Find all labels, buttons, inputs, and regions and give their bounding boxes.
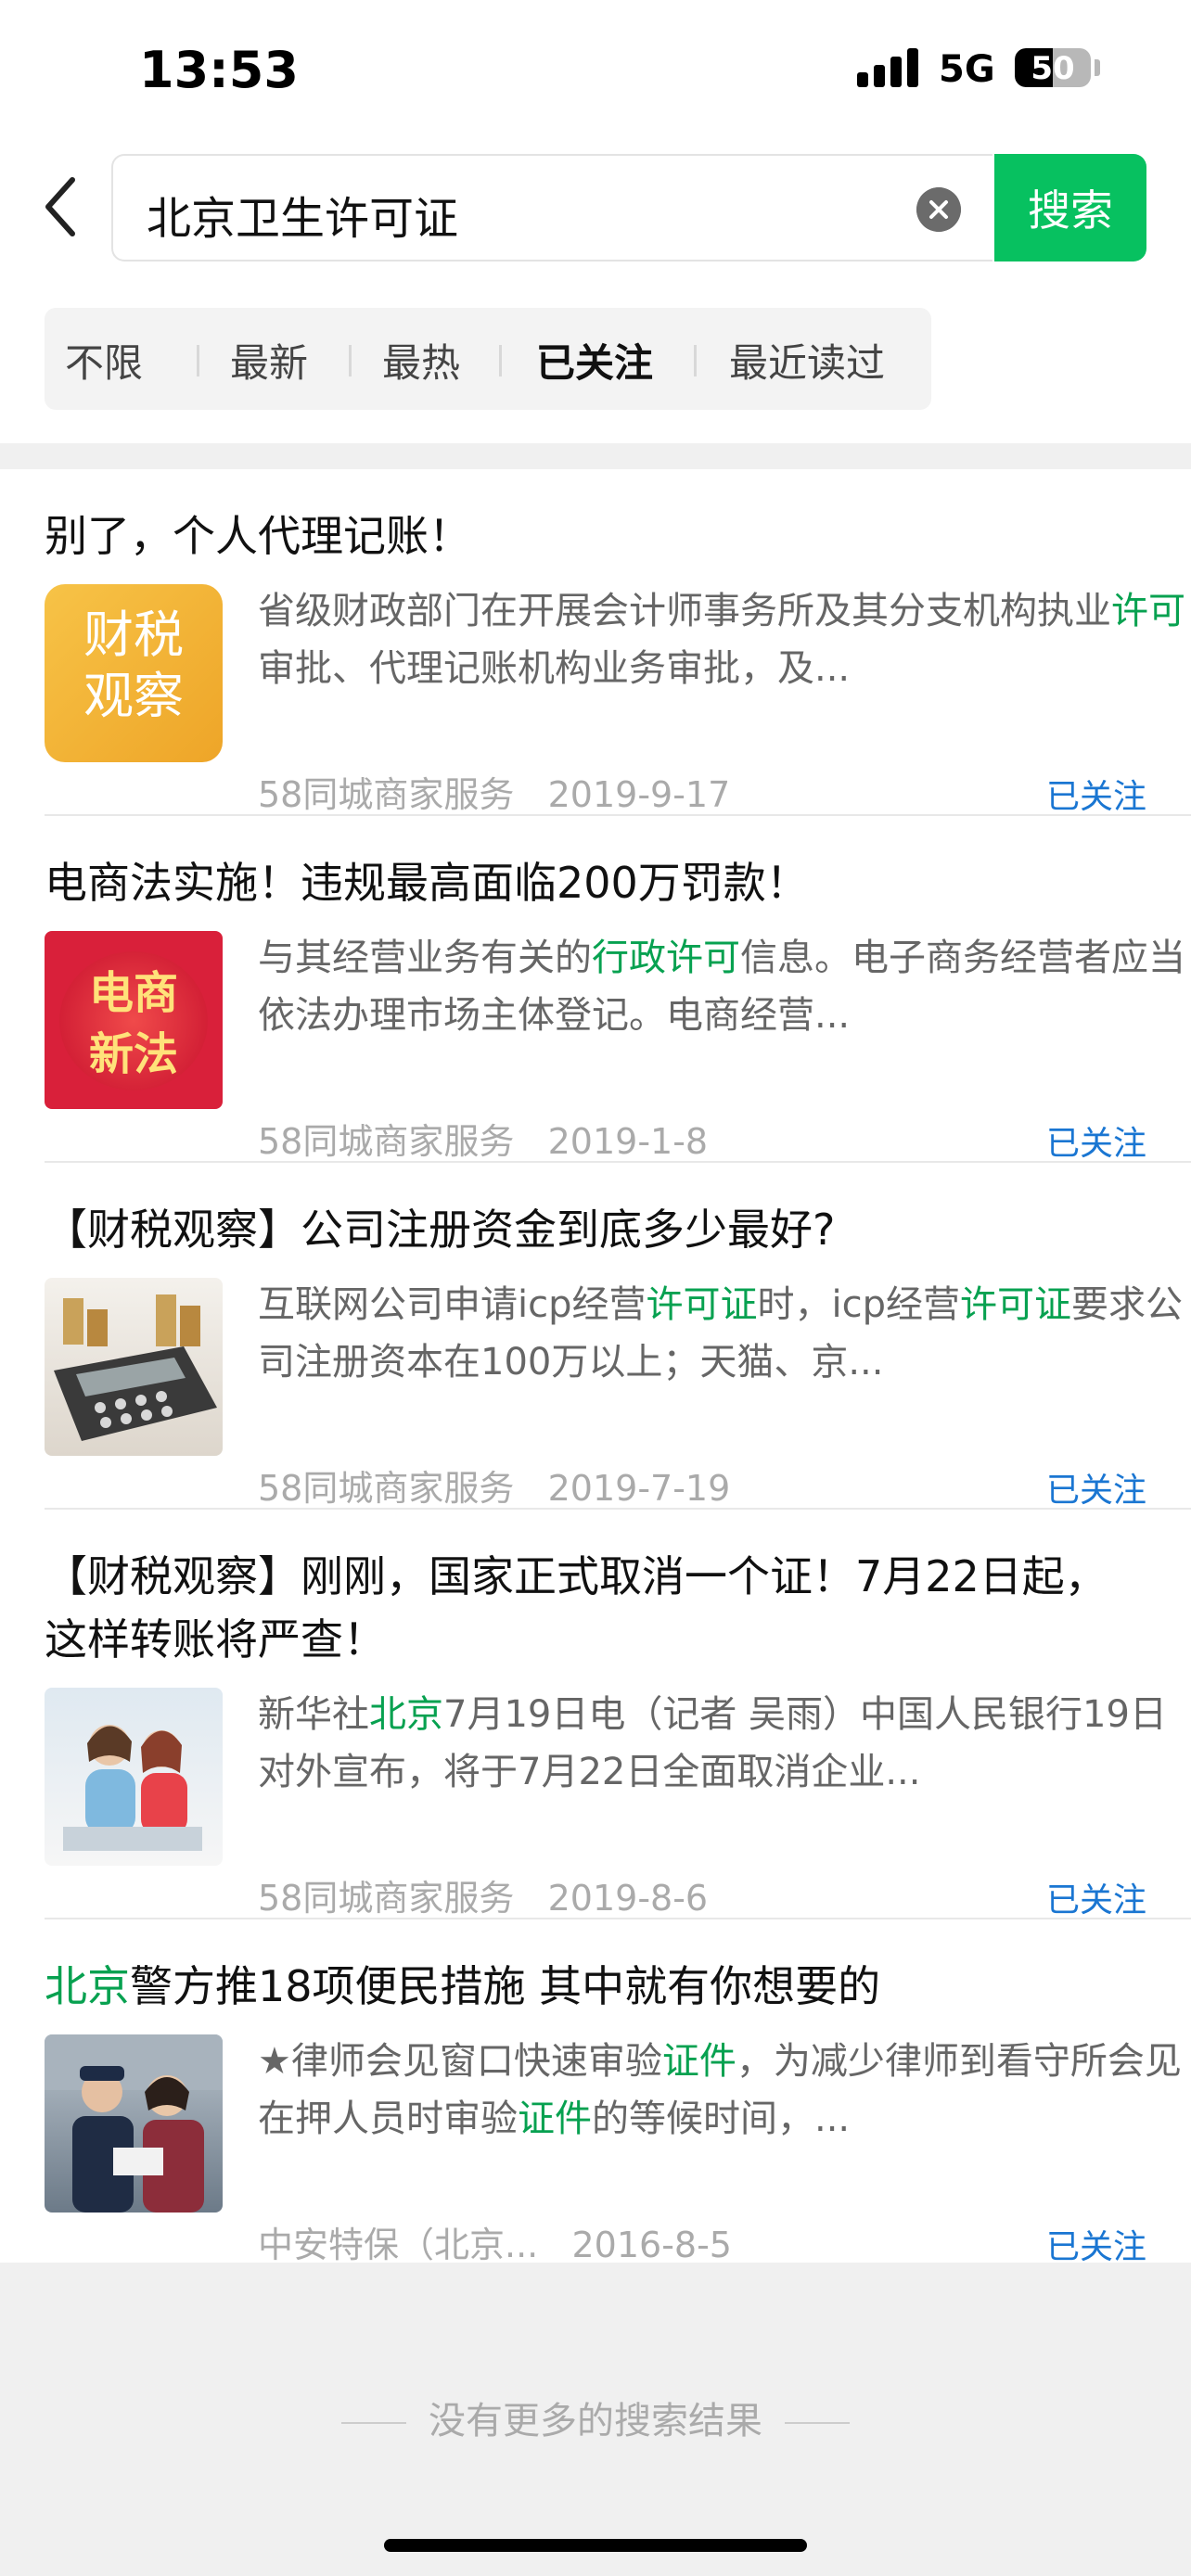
text-segment: 与其经营业务有关的 [258, 937, 592, 979]
battery-tip [1095, 59, 1100, 76]
divider [45, 1161, 1191, 1163]
result-thumbnail-calculator [45, 1278, 223, 1456]
battery-level: 50 [1031, 50, 1075, 87]
result-title: 别了，个人代理记账！ [45, 504, 1148, 567]
search-query: 北京卫生许可证 [147, 193, 459, 245]
text-segment: 警方推18项便民措施 其中就有你想要的 [130, 1961, 881, 2011]
keyword-highlight: 证件 [518, 2098, 592, 2140]
thumb-label: 观察 [83, 667, 184, 725]
filter-recently-read[interactable]: 最近读过 [729, 332, 885, 389]
followed-badge: 已关注 [1046, 1125, 1147, 1163]
result-meta: 58同城商家服务 2019-9-17 [258, 766, 730, 817]
text-segment: 【财税观察】公司注册资金到底多少最好? [45, 1205, 836, 1255]
filter-hottest[interactable]: 最热 [382, 332, 460, 389]
keyword-highlight: 许可证 [960, 1283, 1071, 1326]
filter-separator [694, 345, 697, 376]
thumb-label: 电商 [88, 967, 178, 1019]
result-meta: 58同城商家服务 2019-8-6 [258, 1869, 708, 1920]
followed-badge: 已关注 [1046, 1472, 1147, 1510]
end-text: 没有更多的搜索结果 [429, 2400, 762, 2442]
result-date: 2019-9-17 [547, 774, 731, 815]
filter-followed[interactable]: 已关注 [536, 332, 653, 389]
result-source: 58同城商家服务 [258, 1121, 515, 1162]
result-title: 【财税观察】刚刚，国家正式取消一个证！7月22日起，这样转账将严查！ [45, 1545, 1148, 1671]
result-snippet: 互联网公司申请icp经营许可证时，icp经营许可证要求公司注册资本在100万以上… [258, 1276, 1185, 1391]
keyword-highlight: 行政许可 [592, 937, 740, 979]
keyword-highlight: 北京 [369, 1693, 443, 1736]
filter-newest[interactable]: 最新 [230, 332, 308, 389]
result-snippet: 与其经营业务有关的行政许可信息。电子商务经营者应当依法办理市场主体登记。电商经营… [258, 929, 1185, 1044]
keyword-highlight: 许可证 [646, 1283, 758, 1326]
status-time: 13:53 [139, 41, 299, 99]
result-date: 2019-7-19 [547, 1468, 731, 1509]
text-segment: 时，icp经营 [757, 1283, 961, 1326]
back-arrow-icon[interactable] [41, 174, 80, 239]
result-meta: 58同城商家服务 2019-1-8 [258, 1113, 708, 1164]
result-meta: 中安特保（北京... 2016-8-5 [258, 2216, 732, 2267]
result-title: 北京警方推18项便民措施 其中就有你想要的 [45, 1955, 1148, 2018]
result-snippet: ★律师会见窗口快速审验证件，为减少律师到看守所会见在押人员时审验证件的等候时间，… [258, 2033, 1185, 2148]
result-snippet: 新华社北京7月19日电（记者 吴雨）中国人民银行19日对外宣布，将于7月22日全… [258, 1686, 1185, 1801]
battery-icon: 50 [1015, 48, 1091, 87]
network-type: 5G [939, 48, 995, 91]
filter-separator [349, 345, 352, 376]
end-line-left [341, 2422, 406, 2424]
result-source: 中安特保（北京... [258, 2225, 539, 2265]
top-panel: 13:53 5G 50 北京卫生许可证 搜索 不限 最新 最热 已关注 最近读过 [0, 0, 1191, 443]
result-meta: 58同城商家服务 2019-7-19 [258, 1460, 730, 1511]
home-indicator[interactable] [384, 2539, 807, 2552]
search-input[interactable]: 北京卫生许可证 [111, 154, 992, 261]
keyword-highlight: 许可 [1111, 590, 1185, 632]
clear-icon[interactable] [916, 187, 961, 232]
result-source: 58同城商家服务 [258, 1468, 515, 1509]
keyword-highlight: 北京 [45, 1961, 130, 2011]
text-segment: 互联网公司申请icp经营 [258, 1283, 647, 1326]
result-snippet: 省级财政部门在开展会计师事务所及其分支机构执业许可审批、代理记账机构业务审批，及… [258, 582, 1185, 697]
thumb-label: 新法 [88, 1028, 178, 1080]
result-date: 2016-8-5 [571, 2225, 732, 2265]
search-button[interactable]: 搜索 [994, 154, 1146, 261]
text-segment: 【财税观察】刚刚，国家正式取消一个证！7月22日起，这样转账将严查！ [45, 1551, 1108, 1664]
text-segment: 新华社 [258, 1693, 369, 1736]
end-of-results: 没有更多的搜索结果 [0, 2391, 1191, 2444]
text-segment: 电商法实施！违规最高面临200万罚款！ [45, 858, 809, 908]
filter-bar: 不限 最新 最热 已关注 最近读过 [45, 308, 931, 410]
result-thumbnail: 财税 观察 [45, 584, 223, 762]
filter-separator [197, 345, 199, 376]
result-title: 【财税观察】公司注册资金到底多少最好? [45, 1198, 1148, 1261]
result-thumbnail-people [45, 1688, 223, 1866]
thumb-label: 财税 [83, 606, 184, 664]
divider [45, 814, 1191, 816]
keyword-highlight: 证件 [661, 2040, 736, 2083]
results-list: 别了，个人代理记账！ 财税 观察 省级财政部门在开展会计师事务所及其分支机构执业… [0, 469, 1191, 2266]
divider [45, 1918, 1191, 1919]
text-segment: 别了，个人代理记账！ [45, 511, 471, 561]
divider [45, 1508, 1191, 1510]
result-source: 58同城商家服务 [258, 1878, 515, 1919]
filter-separator [499, 345, 502, 376]
result-date: 2019-8-6 [547, 1878, 709, 1919]
result-thumbnail: 电商 新法 [45, 931, 223, 1109]
filter-all[interactable]: 不限 [65, 332, 143, 389]
text-segment: 的等候时间，... [592, 2098, 851, 2140]
text-segment: ★律师会见窗口快速审验 [258, 2040, 662, 2083]
result-title: 电商法实施！违规最高面临200万罚款！ [45, 851, 1148, 914]
text-segment: 省级财政部门在开展会计师事务所及其分支机构执业 [258, 590, 1111, 632]
result-source: 58同城商家服务 [258, 774, 515, 815]
followed-badge: 已关注 [1046, 2228, 1147, 2266]
followed-badge: 已关注 [1046, 1881, 1147, 1919]
followed-badge: 已关注 [1046, 778, 1147, 816]
signal-icon [857, 46, 920, 87]
result-date: 2019-1-8 [547, 1121, 709, 1162]
end-line-right [785, 2422, 850, 2424]
result-thumbnail-police [45, 2034, 223, 2213]
text-segment: 审批、代理记账机构业务审批，及... [258, 647, 851, 690]
